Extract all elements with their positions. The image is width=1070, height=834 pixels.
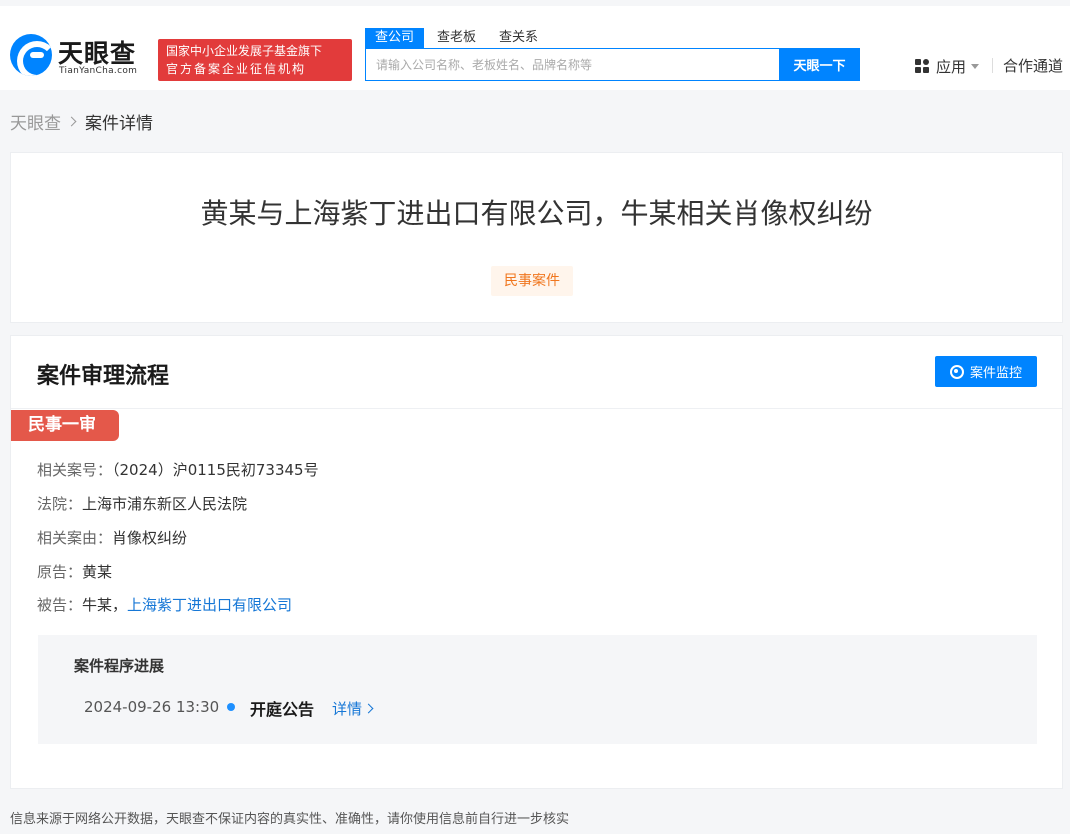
logo-text: 天眼查 — [58, 39, 137, 68]
nav-apps-label: 应用 — [936, 57, 967, 76]
progress-detail-label: 详情 — [332, 700, 363, 718]
defendant-row: 被告：牛某，上海紫丁进出口有限公司 — [37, 594, 292, 615]
search-button[interactable]: 天眼一下 — [779, 48, 860, 81]
nav-divider — [992, 58, 993, 73]
camera-icon — [949, 364, 964, 379]
court-row: 法院：上海市浦东新区人民法院 — [37, 493, 247, 514]
case-monitor-button[interactable]: 案件监控 — [935, 356, 1037, 387]
case-number-value: （2024）沪0115民初73345号 — [112, 461, 319, 479]
logo-mark-icon — [10, 34, 52, 76]
plaintiff-value: 黄某 — [82, 563, 113, 581]
stage-ribbon: 民事一审 — [11, 410, 119, 441]
case-type-tag: 民事案件 — [491, 266, 573, 296]
breadcrumb: 天眼查 案件详情 — [10, 109, 153, 134]
tab-search-boss[interactable]: 查老板 — [437, 28, 476, 48]
process-header: 案件审理流程 案件监控 — [11, 336, 1062, 409]
case-title: 黄某与上海紫丁进出口有限公司，牛某相关肖像权纠纷 — [200, 197, 873, 230]
progress-panel: 案件程序进展 2024-09-26 13:30 开庭公告 详情 — [38, 635, 1037, 744]
apps-grid-icon — [915, 58, 930, 74]
search-box — [365, 48, 780, 81]
disclaimer-note: 信息来源于网络公开数据，天眼查不保证内容的真实性、准确性，请你使用信息前自行进一… — [10, 812, 570, 827]
chevron-right-icon — [363, 703, 374, 714]
nav-partner-link[interactable]: 合作通道 — [1003, 55, 1063, 76]
case-monitor-label: 案件监控 — [969, 366, 1022, 381]
caret-down-icon — [971, 63, 980, 69]
progress-title: 案件程序进展 — [74, 657, 165, 675]
process-title: 案件审理流程 — [37, 364, 170, 389]
badge-line-1: 国家中小企业发展子基金旗下 — [166, 44, 323, 58]
chevron-right-icon — [66, 116, 77, 127]
top-header: 天眼查 TianYanCha.com 国家中小企业发展子基金旗下 官方备案企业征… — [0, 0, 1070, 90]
breadcrumb-current: 案件详情 — [85, 114, 153, 134]
plaintiff-label: 原告： — [37, 563, 83, 581]
defendant-company-link[interactable]: 上海紫丁进出口有限公司 — [127, 596, 292, 614]
progress-time: 2024-09-26 13:30 — [84, 698, 220, 716]
case-number-row: 相关案号：（2024）沪0115民初73345号 — [37, 459, 319, 480]
tab-search-relation[interactable]: 查关系 — [499, 28, 538, 48]
official-badge: 国家中小企业发展子基金旗下 官方备案企业征信机构 — [158, 39, 352, 81]
defendant-person: 牛某， — [82, 596, 128, 614]
timeline-dot — [227, 703, 235, 711]
progress-detail-link[interactable]: 详情 — [332, 698, 374, 719]
cause-label: 相关案由： — [37, 529, 113, 547]
cause-row: 相关案由：肖像权纠纷 — [37, 527, 187, 548]
case-process-card: 案件审理流程 案件监控 民事一审 相关案号：（2024）沪0115民初73345… — [10, 335, 1063, 789]
logo-subtext: TianYanCha.com — [59, 66, 138, 76]
progress-event: 开庭公告 — [250, 700, 315, 719]
plaintiff-row: 原告：黄某 — [37, 561, 112, 582]
badge-line-2: 官方备案企业征信机构 — [166, 62, 307, 76]
cause-value: 肖像权纠纷 — [112, 529, 188, 547]
search-input[interactable] — [366, 49, 779, 80]
breadcrumb-home[interactable]: 天眼查 — [10, 109, 61, 134]
tianyancha-logo[interactable]: 天眼查 TianYanCha.com — [10, 32, 150, 84]
case-number-label: 相关案号： — [37, 461, 113, 479]
tab-search-company[interactable]: 查公司 — [365, 28, 425, 48]
court-label: 法院： — [37, 495, 83, 513]
court-value: 上海市浦东新区人民法院 — [82, 495, 248, 513]
nav-apps[interactable]: 应用 — [915, 56, 980, 76]
defendant-label: 被告： — [37, 596, 83, 614]
case-title-card: 黄某与上海紫丁进出口有限公司，牛某相关肖像权纠纷 民事案件 — [10, 152, 1063, 323]
